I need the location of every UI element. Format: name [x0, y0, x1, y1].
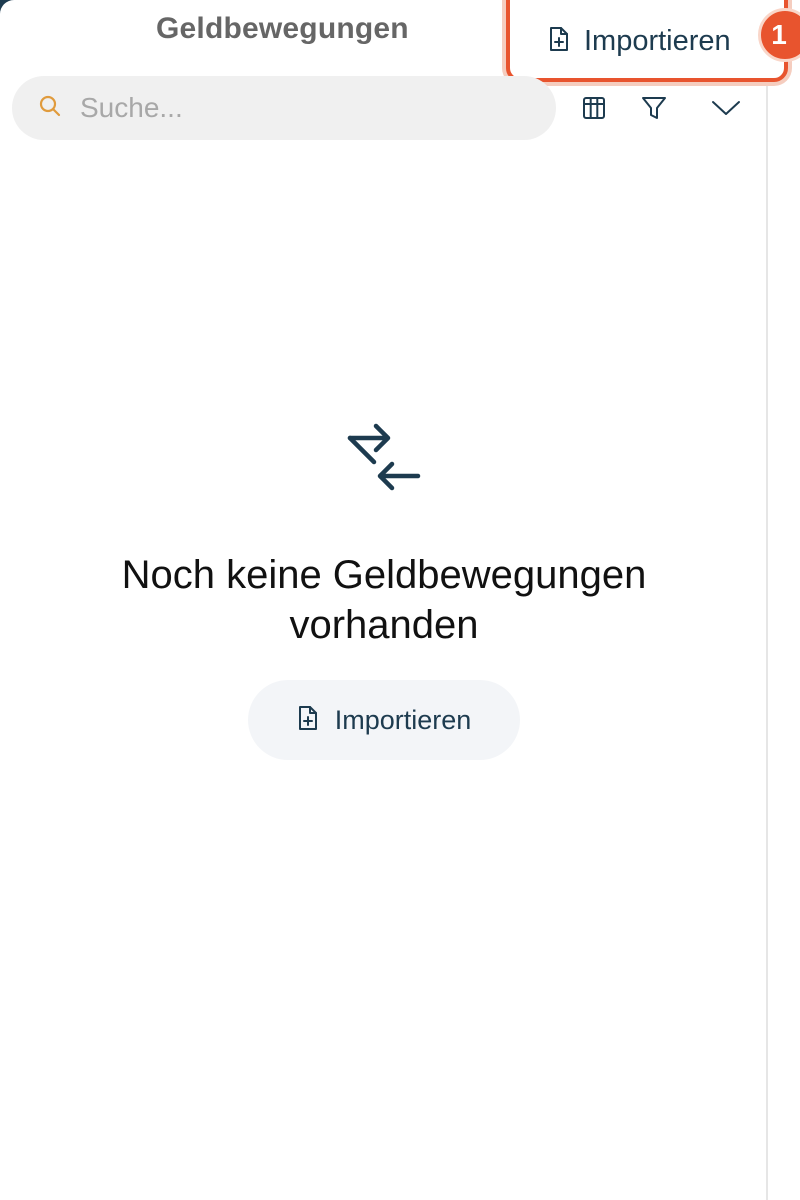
- import-button-center-label: Importieren: [334, 704, 472, 735]
- chevron-down-icon[interactable]: [708, 92, 744, 124]
- filter-icon[interactable]: [638, 92, 670, 124]
- empty-state-message: Noch keine Geldbewegungen vorhanden: [121, 553, 647, 647]
- search-bar[interactable]: [12, 76, 556, 140]
- file-plus-icon: [297, 705, 319, 736]
- file-plus-icon: [548, 26, 570, 57]
- page: Geldbewegungen Importieren Suche... Noch…: [0, 0, 800, 1200]
- import-button-center[interactable]: Importieren: [248, 680, 520, 760]
- transactions-panel: Geldbewegungen Importieren Suche... Noch…: [0, 0, 788, 1200]
- import-button-top[interactable]: Importieren: [506, 0, 788, 82]
- page-title: Geldbewegungen: [156, 12, 409, 45]
- search-input[interactable]: [80, 92, 520, 124]
- import-button-top-label: Importieren: [584, 24, 731, 57]
- table-columns-icon[interactable]: [578, 92, 610, 124]
- search-icon: [38, 94, 62, 123]
- transfer-arrows-icon: [344, 420, 424, 494]
